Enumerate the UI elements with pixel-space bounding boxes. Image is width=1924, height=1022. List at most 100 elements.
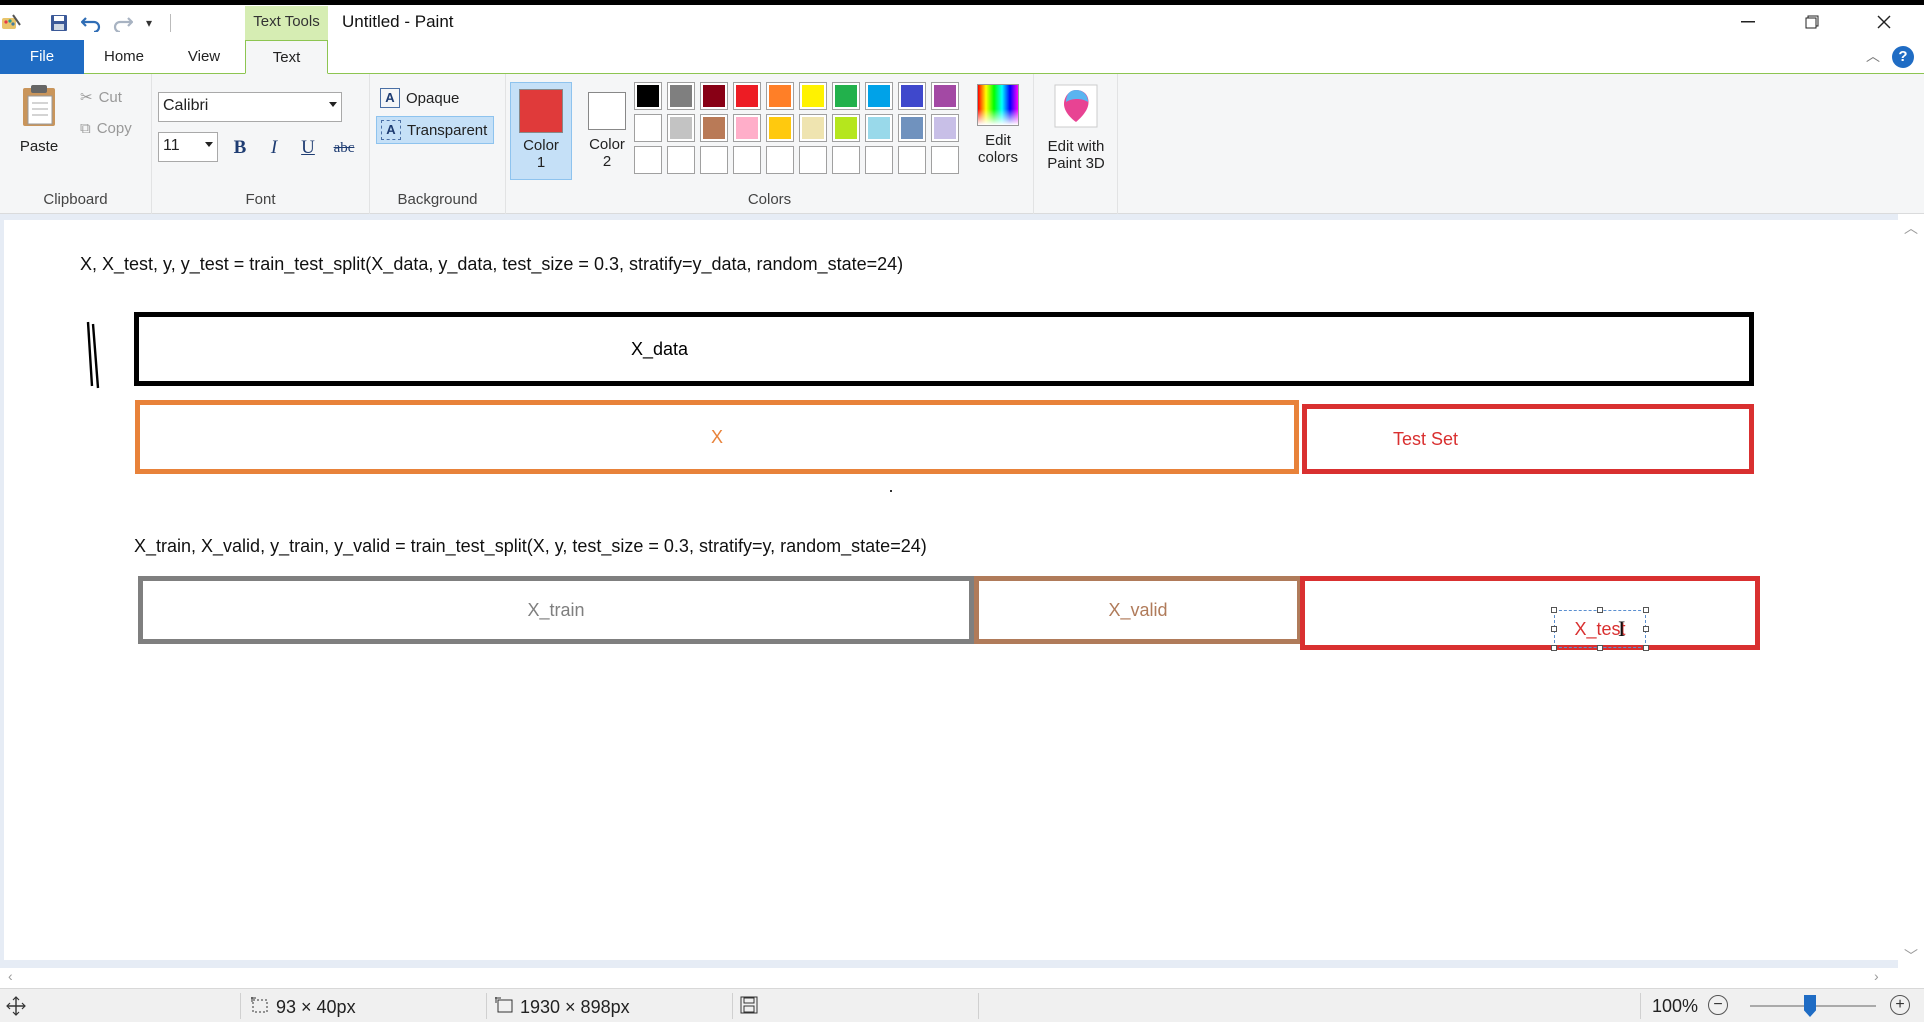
swatch-fill [802, 85, 824, 107]
tab-view[interactable]: View [176, 40, 232, 74]
transparent-option[interactable]: A Transparent [376, 116, 494, 144]
palette-swatch[interactable] [766, 114, 794, 142]
scroll-up-icon[interactable]: ︿ [1904, 218, 1918, 238]
resize-handle[interactable] [1597, 645, 1603, 651]
copy-button[interactable]: ⧉ Copy [80, 120, 132, 137]
strikethrough-button[interactable]: abc [326, 134, 362, 162]
canvas-size-icon [494, 996, 514, 1019]
x-train-label: X_train [527, 599, 585, 620]
palette-swatch[interactable] [634, 114, 662, 142]
undo-icon[interactable] [80, 12, 102, 34]
edit-colors-label-2: colors [977, 149, 1018, 166]
customize-toolbar-icon[interactable]: ▾ [138, 12, 160, 34]
help-icon[interactable]: ? [1892, 46, 1914, 68]
palette-empty-swatch[interactable] [766, 146, 794, 174]
palette-empty-swatch[interactable] [832, 146, 860, 174]
paste-button[interactable]: Paste [12, 84, 66, 155]
palette-swatch[interactable] [832, 114, 860, 142]
cut-button[interactable]: ✂ Cut [80, 88, 122, 107]
font-group: Calibri 11 B I U abc Font [152, 74, 370, 214]
x-box: X [135, 400, 1299, 474]
scroll-right-icon[interactable]: › [1874, 968, 1879, 984]
collapse-ribbon-icon[interactable]: ︿ [1866, 46, 1880, 66]
zoom-out-button[interactable]: − [1708, 995, 1728, 1015]
palette-empty-swatch[interactable] [667, 146, 695, 174]
palette-swatch[interactable] [832, 82, 860, 110]
palette-swatch[interactable] [865, 114, 893, 142]
resize-handle[interactable] [1551, 607, 1557, 613]
test-set-box: Test Set [1302, 404, 1754, 474]
palette-empty-swatch[interactable] [733, 146, 761, 174]
palette-swatch[interactable] [931, 82, 959, 110]
redo-icon[interactable] [112, 12, 134, 34]
restore-button[interactable] [1792, 8, 1832, 36]
scroll-left-icon[interactable]: ‹ [8, 968, 13, 984]
underline-button[interactable]: U [294, 134, 322, 162]
palette-swatch[interactable] [700, 114, 728, 142]
resize-handle[interactable] [1643, 607, 1649, 613]
resize-handle[interactable] [1643, 645, 1649, 651]
resize-handle[interactable] [1643, 626, 1649, 632]
opaque-option[interactable]: A Opaque [376, 84, 494, 112]
swatch-fill [802, 149, 824, 171]
clipboard-group: Paste ✂ Cut ⧉ Copy Clipboard [0, 74, 152, 214]
italic-button[interactable]: I [260, 134, 288, 162]
swatch-fill [802, 117, 824, 139]
color2-button[interactable]: Color 2 [576, 82, 638, 180]
swatch-fill [736, 85, 758, 107]
edit-colors-button[interactable]: Edit colors [966, 84, 1030, 166]
zoom-in-button[interactable]: + [1890, 995, 1910, 1015]
font-family-select[interactable]: Calibri [158, 92, 342, 122]
palette-empty-swatch[interactable] [634, 146, 662, 174]
move-cursor-icon [6, 996, 26, 1016]
drawing-canvas[interactable]: X, X_test, y, y_test = train_test_split(… [4, 220, 1898, 960]
minimize-button[interactable] [1728, 8, 1768, 36]
tab-file[interactable]: File [0, 40, 84, 74]
swatch-fill [769, 117, 791, 139]
palette-swatch[interactable] [865, 82, 893, 110]
bold-button[interactable]: B [226, 134, 254, 162]
close-button[interactable] [1864, 8, 1904, 36]
palette-swatch[interactable] [931, 114, 959, 142]
palette-swatch[interactable] [799, 82, 827, 110]
palette-empty-swatch[interactable] [700, 146, 728, 174]
swatch-fill [703, 85, 725, 107]
palette-empty-swatch[interactable] [799, 146, 827, 174]
color1-button[interactable]: Color 1 [510, 82, 572, 180]
swatch-fill [868, 117, 890, 139]
vertical-scrollbar[interactable]: ︿ ﹀ [1898, 214, 1924, 968]
resize-handle[interactable] [1597, 607, 1603, 613]
save-icon[interactable] [48, 12, 70, 34]
status-separator [1640, 993, 1641, 1019]
color1-number: 1 [536, 154, 546, 171]
palette-swatch[interactable] [667, 114, 695, 142]
palette-swatch[interactable] [733, 114, 761, 142]
palette-empty-swatch[interactable] [865, 146, 893, 174]
text-edit-box[interactable]: X_test [1551, 607, 1649, 651]
palette-swatch[interactable] [700, 82, 728, 110]
palette-swatch[interactable] [898, 82, 926, 110]
palette-swatch[interactable] [634, 82, 662, 110]
edit-with-paint3d-button[interactable]: Edit with Paint 3D [1038, 84, 1114, 172]
zoom-slider-thumb[interactable] [1804, 995, 1816, 1017]
palette-swatch[interactable] [799, 114, 827, 142]
palette-empty-swatch[interactable] [931, 146, 959, 174]
tab-text[interactable]: Text [245, 40, 328, 74]
palette-swatch[interactable] [733, 82, 761, 110]
horizontal-scrollbar[interactable]: ‹ › [0, 968, 1924, 988]
palette-empty-swatch[interactable] [898, 146, 926, 174]
resize-handle[interactable] [1551, 626, 1557, 632]
color2-swatch [588, 92, 626, 130]
edit-colors-label-1: Edit [985, 132, 1011, 149]
swatch-fill [901, 149, 923, 171]
swatch-fill [637, 149, 659, 171]
resize-handle[interactable] [1551, 645, 1557, 651]
paint-app-icon[interactable] [0, 12, 22, 34]
palette-swatch[interactable] [898, 114, 926, 142]
font-size-select[interactable]: 11 [158, 132, 218, 162]
stray-dot [890, 490, 892, 492]
scroll-down-icon[interactable]: ﹀ [1904, 946, 1918, 966]
tab-home[interactable]: Home [96, 40, 152, 74]
palette-swatch[interactable] [766, 82, 794, 110]
palette-swatch[interactable] [667, 82, 695, 110]
